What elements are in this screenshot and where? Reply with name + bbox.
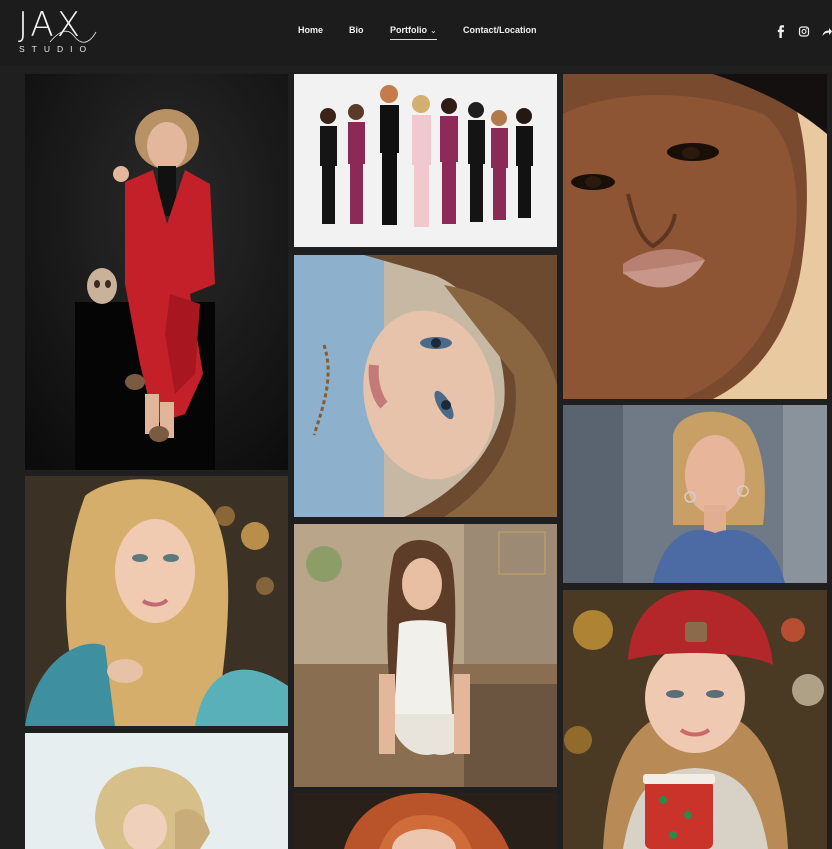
share-icon[interactable]	[821, 24, 832, 40]
nav-home[interactable]: Home	[298, 25, 323, 35]
gallery-item-reclining-portrait[interactable]	[294, 255, 557, 517]
gallery-item-blue-shirt-portrait[interactable]	[563, 405, 827, 583]
gallery-item-senior-portrait[interactable]	[294, 524, 557, 787]
instagram-icon[interactable]	[798, 24, 810, 40]
gallery-item-blonde-portrait[interactable]	[25, 476, 288, 726]
portrait-photo	[294, 793, 557, 849]
gallery-item-red-suit-portrait[interactable]	[25, 74, 288, 470]
portrait-photo	[563, 590, 827, 849]
portrait-photo	[294, 524, 557, 787]
nav-contact-location[interactable]: Contact/Location	[463, 25, 537, 35]
portrait-photo	[25, 476, 288, 726]
portrait-photo	[25, 733, 288, 849]
portrait-photo	[563, 74, 827, 399]
nav-portfolio[interactable]: Portfolio ⌄	[390, 25, 437, 40]
gallery-item-white-background-portrait[interactable]	[25, 733, 288, 849]
gallery-item-redhead-portrait[interactable]	[294, 793, 557, 849]
jax-studio-logo[interactable]: JAX STUDIO	[18, 8, 108, 56]
group-photo	[294, 74, 557, 247]
gallery-item-beauty-closeup[interactable]	[563, 74, 827, 399]
portrait-photo	[563, 405, 827, 583]
gallery-item-medical-team-group[interactable]	[294, 74, 557, 247]
gallery-item-red-beanie-portrait[interactable]	[563, 590, 827, 849]
nav-bio[interactable]: Bio	[349, 25, 364, 35]
portrait-photo	[25, 74, 288, 470]
logo-subtitle: STUDIO	[19, 44, 94, 54]
site-header: JAX STUDIO Home Bio Portfolio ⌄ Contact/L…	[0, 0, 832, 66]
chevron-down-icon: ⌄	[430, 26, 437, 35]
facebook-icon[interactable]	[776, 24, 786, 40]
nav-portfolio-label: Portfolio	[390, 25, 427, 35]
portrait-photo	[294, 255, 557, 517]
